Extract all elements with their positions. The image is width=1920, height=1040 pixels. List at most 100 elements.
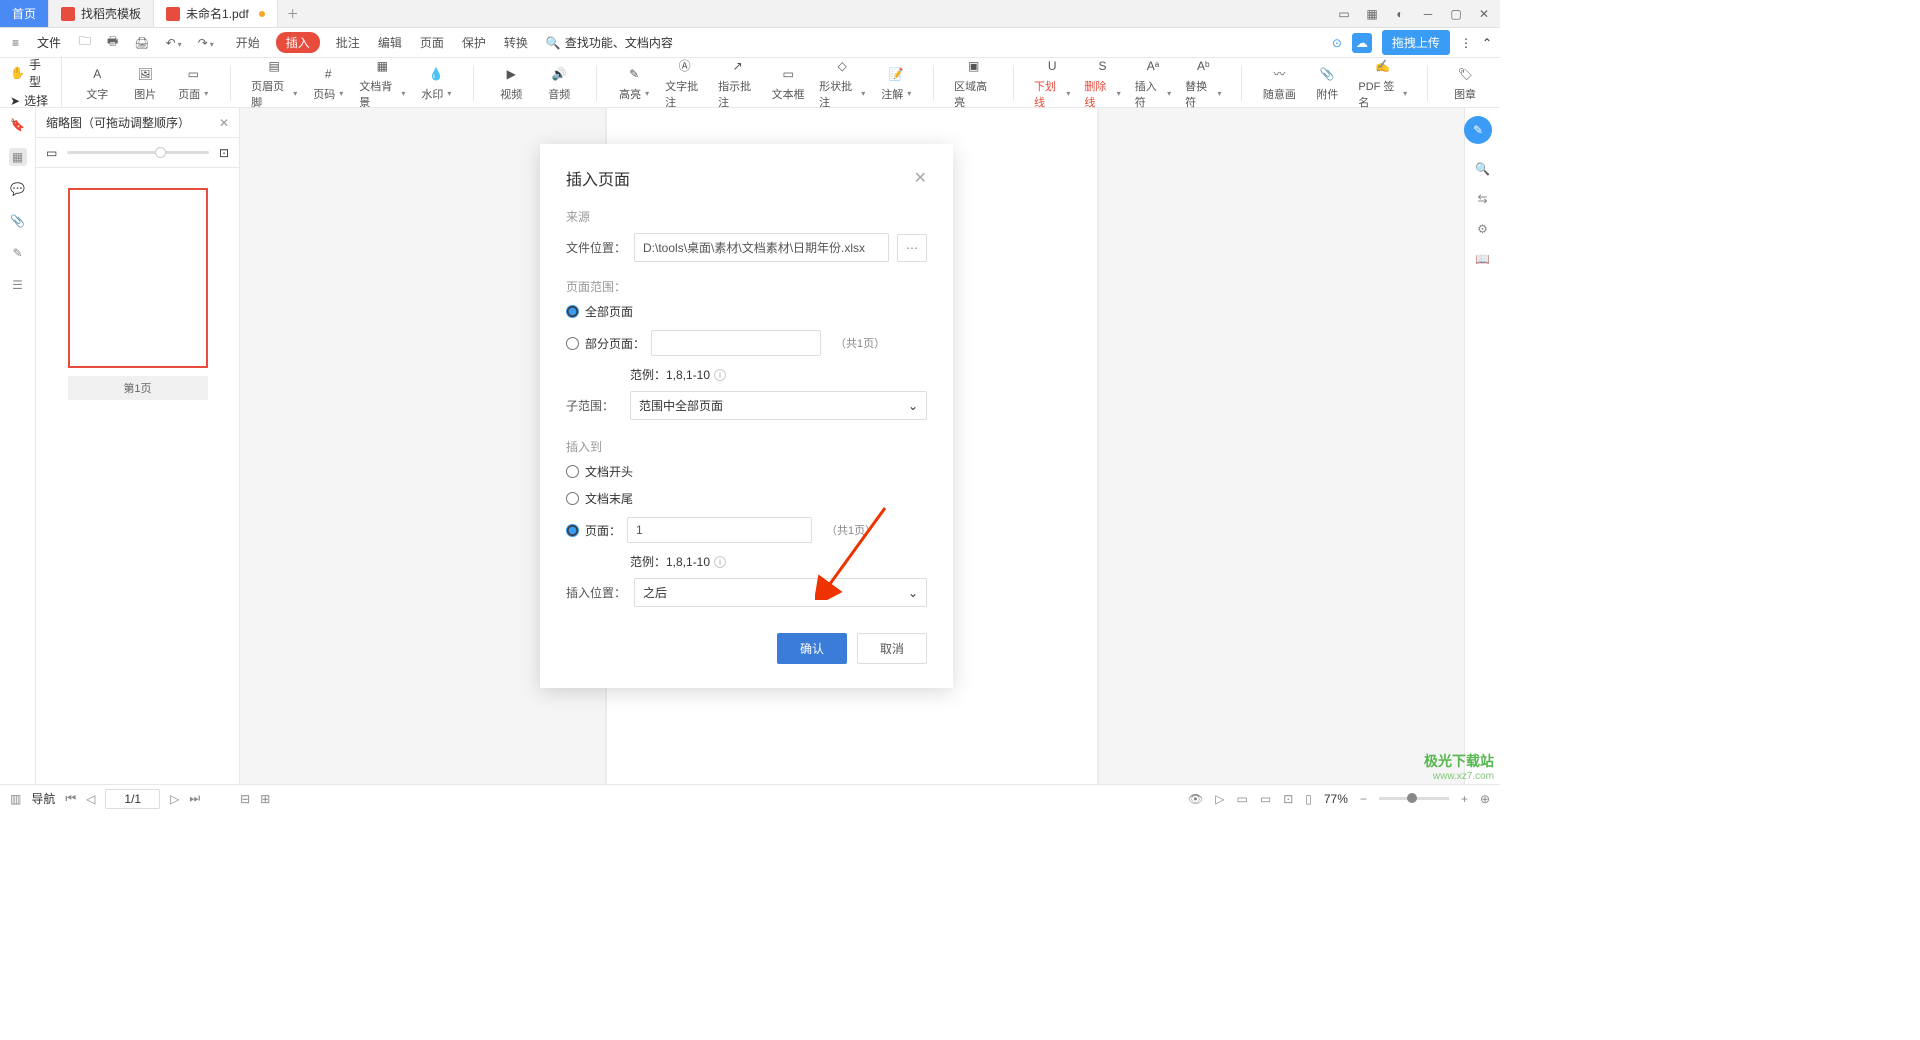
shape-annot[interactable]: ◇形状批注 [819,56,865,110]
select-mode[interactable]: ➤选择 [10,92,51,109]
undo-icon[interactable]: ↶ [162,34,186,52]
subrange-select[interactable]: 范围中全部页面⌄ [630,391,927,420]
save-icon[interactable]: 🖶 [103,30,122,55]
insert-char[interactable]: Aᵃ插入符 [1135,56,1171,110]
grid-icon[interactable]: ▦ [1364,6,1380,22]
page-input[interactable] [627,517,812,543]
pdf-sign[interactable]: ✍PDF 签名 [1358,56,1407,110]
fit-width-icon[interactable]: ⊟ [240,792,250,806]
settings-icon[interactable]: ⚙ [1477,222,1488,236]
close-window-icon[interactable]: ✕ [1476,6,1492,22]
part-pages-input[interactable] [651,330,821,356]
view2-icon[interactable]: ▭ [1260,792,1271,806]
crop-icon[interactable]: ⊡ [1283,792,1293,806]
radio-page[interactable] [566,524,579,537]
thumbnail-page-1[interactable]: 第1页 [68,188,208,400]
print-icon[interactable]: 🖨 [130,34,153,52]
highlight[interactable]: ✎高亮 [617,64,651,102]
page-number[interactable]: 1/1 [105,789,160,809]
tab-protect[interactable]: 保护 [460,30,488,55]
first-page-icon[interactable]: ⏮ [65,791,76,806]
zoom-slider[interactable] [1379,797,1449,800]
attachment[interactable]: 📎附件 [1310,64,1344,102]
page-number[interactable]: #页码 [311,64,345,102]
browse-button[interactable]: ⋯ [897,234,927,262]
sign-icon[interactable]: ✎ [9,244,27,262]
text-tool[interactable]: A文字 [80,64,114,102]
layers-icon[interactable]: ☰ [9,276,27,294]
prev-page-icon[interactable]: ◁ [86,792,95,806]
comment-icon[interactable]: 💬 [9,180,27,198]
thumb-slider[interactable] [67,151,209,154]
tab-add[interactable]: ＋ [278,0,308,27]
book-icon[interactable]: 📖 [1475,252,1490,266]
nav-icon[interactable]: ▥ [10,792,21,806]
radio-doc-end[interactable] [566,492,579,505]
info-icon-2[interactable]: i [714,556,726,568]
zoom-in-icon[interactable]: + [1461,792,1468,806]
area-hl[interactable]: ▣区域高亮 [954,56,993,110]
play-icon[interactable]: ▷ [1215,792,1224,806]
bookmark-icon[interactable]: 🔖 [9,116,27,134]
more-icon[interactable]: ⋮ [1460,36,1472,50]
image-tool[interactable]: 🖼图片 [128,64,162,102]
tab-page[interactable]: 页面 [418,30,446,55]
radio-all-pages[interactable] [566,305,579,318]
find-icon[interactable]: 🔍 [1475,162,1490,176]
fullscreen-icon[interactable]: ⊕ [1480,792,1490,806]
next-page-icon[interactable]: ▷ [170,792,179,806]
insert-pos-select[interactable]: 之后⌄ [634,578,927,607]
zoom-out-icon[interactable]: − [1360,792,1367,806]
note[interactable]: 📝注解 [879,64,913,102]
scan-icon[interactable]: ⊙ [1332,36,1342,50]
file-path-input[interactable]: D:\tools\桌面\素材\文档素材\日期年份.xlsx [634,233,889,262]
thumbnail-icon[interactable]: ▦ [9,148,27,166]
upload-button[interactable]: 拖拽上传 [1382,30,1450,55]
maximize-icon[interactable]: ▢ [1448,6,1464,22]
single-page-icon[interactable]: ▯ [1305,792,1312,806]
redo-icon[interactable]: ↷ [194,34,218,52]
text-annot[interactable]: Ⓐ文字批注 [665,56,704,110]
cloud-icon[interactable]: ☁ [1352,33,1372,53]
menu-icon[interactable]: ≡ [8,34,23,52]
close-panel-icon[interactable]: ✕ [219,116,229,130]
minimize-icon[interactable]: ─ [1420,6,1436,22]
instruct-annot[interactable]: ↗指示批注 [718,56,757,110]
fab-button[interactable]: ✎ [1464,116,1492,144]
view1-icon[interactable]: ▭ [1237,792,1248,806]
page-tool[interactable]: ▭页面 [176,64,210,102]
underline[interactable]: U下划线 [1034,56,1070,110]
tab-convert[interactable]: 转换 [502,30,530,55]
tab-edit[interactable]: 编辑 [376,30,404,55]
slider-knob[interactable] [155,147,166,158]
fit-page-icon[interactable]: ⊞ [260,792,270,806]
attach-icon[interactable]: 📎 [9,212,27,230]
thumb-expand-icon[interactable]: ⊡ [219,146,229,160]
stamp[interactable]: 🏷图章 [1448,64,1482,102]
hand-mode[interactable]: ✋手型 [10,56,51,90]
cancel-button[interactable]: 取消 [857,633,927,664]
freehand[interactable]: 〰随意画 [1262,64,1296,102]
tab-annotate[interactable]: 批注 [334,30,362,55]
audio[interactable]: 🔊音频 [542,64,576,102]
ok-button[interactable]: 确认 [777,633,847,664]
watermark[interactable]: 💧水印 [419,64,453,102]
file-menu[interactable]: 文件 [31,34,67,51]
open-icon[interactable]: 🗀 [75,30,95,55]
last-page-icon[interactable]: ⏭ [189,791,200,806]
thumb-tool-icon[interactable]: ▭ [46,146,57,160]
video[interactable]: ▶视频 [494,64,528,102]
user-icon[interactable]: ◐ [1392,6,1408,22]
textbox[interactable]: ▭文本框 [771,64,805,102]
strike[interactable]: S删除线 [1084,56,1120,110]
tab-document[interactable]: 未命名1.pdf [154,0,278,27]
radio-part-pages[interactable] [566,337,579,350]
tab-start[interactable]: 开始 [234,30,262,55]
tab-home[interactable]: 首页 [0,0,49,27]
info-icon[interactable]: i [714,369,726,381]
tab-insert[interactable]: 插入 [276,32,320,53]
layout-icon[interactable]: ▭ [1336,6,1352,22]
dialog-close-icon[interactable]: ✕ [914,168,927,188]
collapse-icon[interactable]: ⌃ [1482,36,1492,50]
eye-icon[interactable]: 👁 [1188,792,1203,806]
